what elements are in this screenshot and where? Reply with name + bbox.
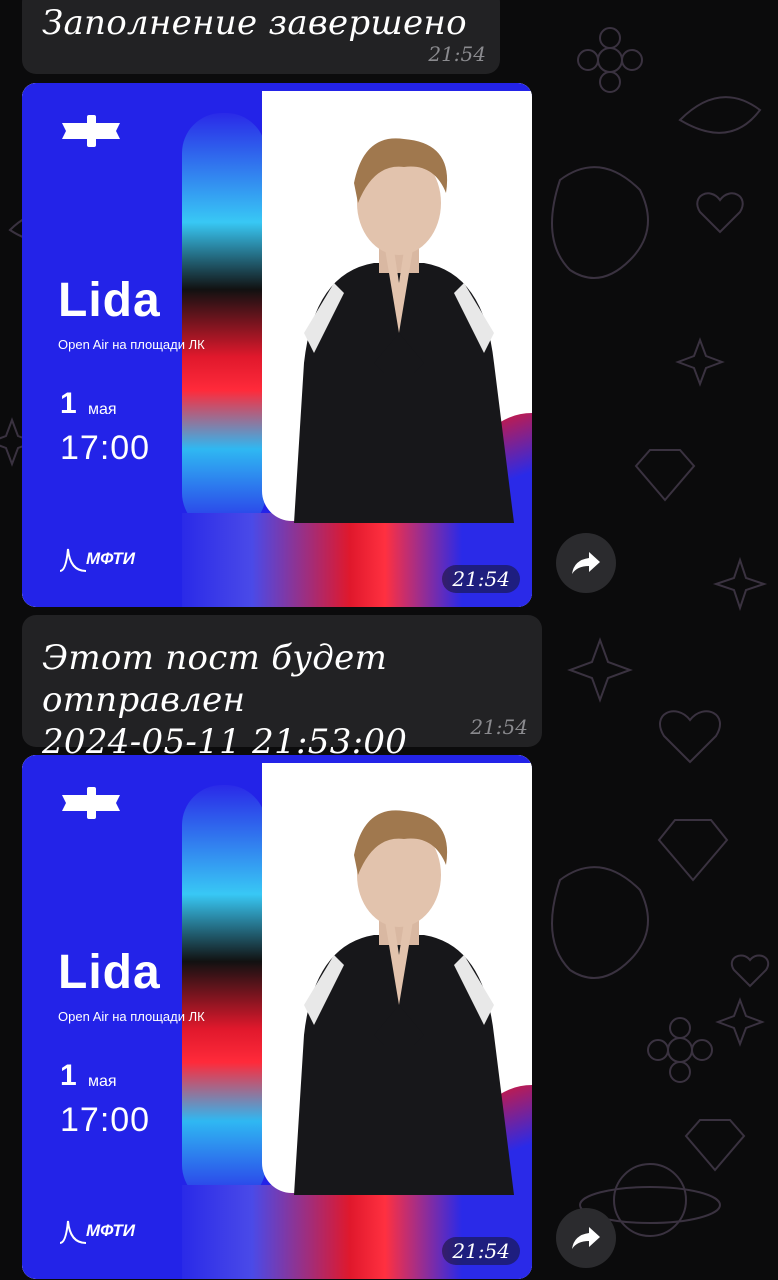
photo-time: 21:54 <box>442 1237 520 1265</box>
poster-day: 1 <box>60 387 77 420</box>
share-button[interactable] <box>556 1208 616 1268</box>
event-poster: Lida Open Air на площади ЛК 1 мая 17:00 … <box>22 755 532 1279</box>
share-button[interactable] <box>556 533 616 593</box>
poster-subtitle: Open Air на площади ЛК <box>58 1009 205 1024</box>
poster-brand-text: МФТИ <box>86 549 135 568</box>
wallpaper-diamond-icon <box>634 449 746 1172</box>
pulse-icon <box>59 548 87 572</box>
poster-day: 1 <box>60 1059 77 1092</box>
mipt-logo-icon <box>62 115 120 147</box>
poster-time: 17:00 <box>60 1101 151 1139</box>
forward-arrow-icon <box>572 1227 600 1249</box>
message-bubble-schedule[interactable]: Этот пост будет отправлен 2024-05-11 21:… <box>22 615 542 762</box>
poster-brand: МФТИ <box>58 1217 135 1247</box>
poster-month: мая <box>88 1073 117 1090</box>
poster-month: мая <box>88 401 117 418</box>
photo-message[interactable]: Lida Open Air на площади ЛК 1 мая 17:00 … <box>22 83 532 607</box>
poster-subtitle: Open Air на площади ЛК <box>58 337 205 352</box>
event-poster: Lida Open Air на площади ЛК 1 мая 17:00 … <box>22 83 532 607</box>
message-time: 21:54 <box>428 42 486 66</box>
message-text-line1: Этот пост будет отправлен <box>42 638 388 720</box>
poster-artist: Lida <box>58 946 161 999</box>
message-bubble-status[interactable]: Заполнение завершено 21:54 <box>22 0 500 74</box>
artist-photo <box>294 138 514 523</box>
poster-time: 17:00 <box>60 429 151 467</box>
photo-message[interactable]: Lida Open Air на площади ЛК 1 мая 17:00 … <box>22 755 532 1279</box>
poster-artist: Lida <box>58 274 161 327</box>
pulse-icon <box>59 1220 87 1244</box>
message-text: Заполнение завершено <box>42 3 467 43</box>
artist-photo <box>294 810 514 1195</box>
mipt-logo-icon <box>62 787 120 819</box>
forward-arrow-icon <box>572 552 600 574</box>
photo-time: 21:54 <box>442 565 520 593</box>
message-time: 21:54 <box>470 715 528 739</box>
poster-brand-text: МФТИ <box>86 1221 135 1240</box>
poster-brand: МФТИ <box>58 545 135 575</box>
wallpaper-heart-icon <box>659 192 769 988</box>
